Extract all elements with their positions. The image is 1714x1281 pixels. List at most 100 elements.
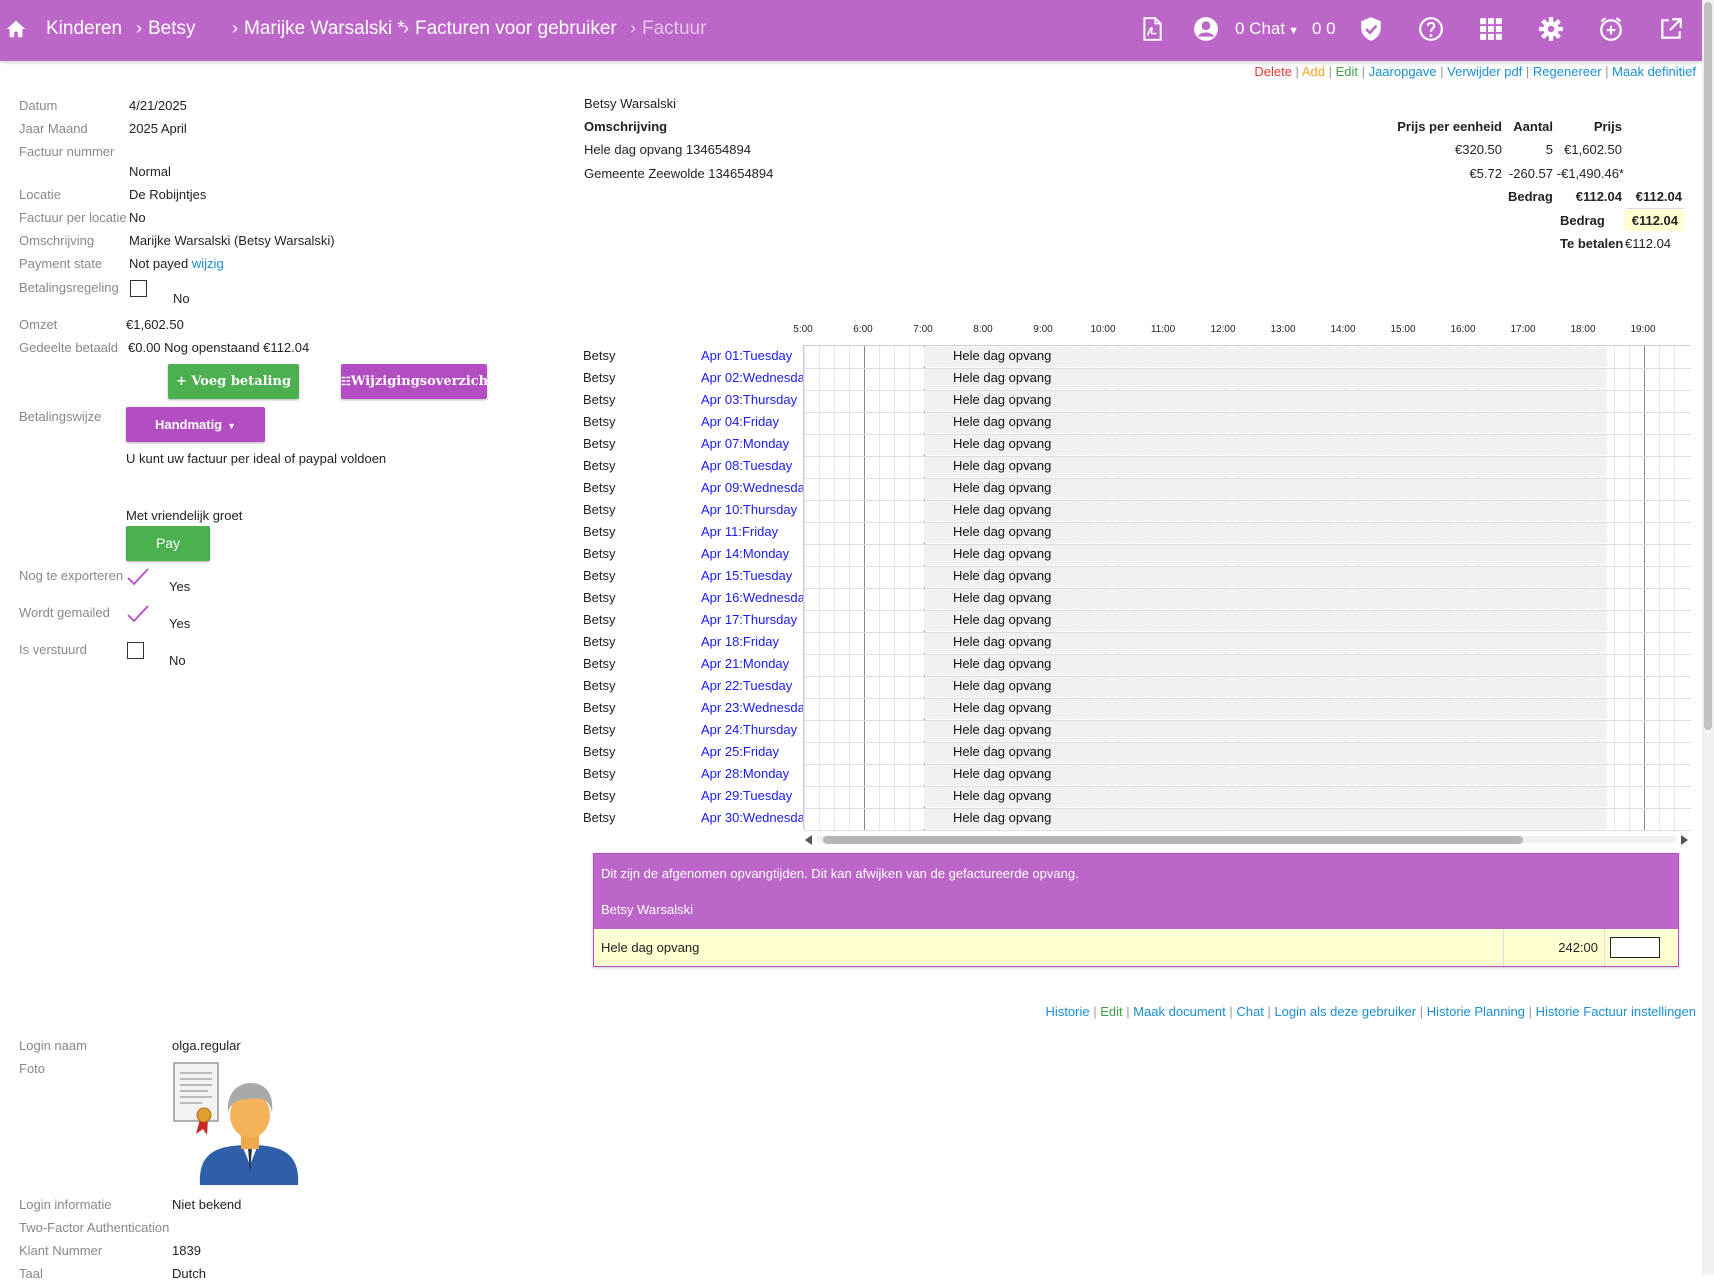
schedule-row-date[interactable]: Apr 03:Thursday	[701, 392, 803, 407]
user-circle-icon[interactable]	[1193, 16, 1219, 42]
breadcrumb-label: Facturen voor gebruiker	[415, 18, 617, 39]
hour-tick-label: 12:00	[1210, 324, 1236, 335]
schedule-row-date[interactable]: Apr 14:Monday	[701, 546, 803, 561]
verstuurd-checkbox[interactable]	[127, 642, 144, 659]
schedule-row-date[interactable]: Apr 22:Tuesday	[701, 678, 803, 693]
chat-label: 0 Chat	[1235, 19, 1286, 38]
schedule-row-date[interactable]: Apr 28:Monday	[701, 766, 803, 781]
pdf-icon[interactable]	[1139, 16, 1165, 42]
schedule-row-date[interactable]: Apr 09:Wednesday	[701, 480, 803, 495]
schedule-row-date[interactable]: Apr 30:Wednesday	[701, 810, 803, 825]
horizontal-scrollbar[interactable]	[803, 833, 1690, 845]
schedule-row-date[interactable]: Apr 08:Tuesday	[701, 458, 803, 473]
schedule-row-date[interactable]: Apr 16:Wednesday	[701, 590, 803, 605]
login-als-gebruiker-link[interactable]: Login als deze gebruiker	[1274, 1004, 1416, 1019]
pay-button[interactable]: Pay	[126, 526, 210, 561]
maak-definitief-link[interactable]: Maak definitief	[1612, 64, 1696, 79]
breadcrumb-parent[interactable]: › Marijke Warsalski *	[232, 18, 405, 40]
schedule-row-date[interactable]: Apr 18:Friday	[701, 634, 803, 649]
schedule-row-name: Betsy	[583, 634, 616, 649]
schedule-row-date[interactable]: Apr 10:Thursday	[701, 502, 803, 517]
list-icon: ☷	[341, 375, 351, 388]
betalingsregeling-checkbox[interactable]	[130, 280, 147, 297]
klant-nummer-label: Klant Nummer	[19, 1243, 103, 1258]
wijzigingsoverzicht-button[interactable]: ☷Wijzigingsoverzicht	[341, 364, 494, 399]
schedule-row-date[interactable]: Apr 02:Wednesday	[701, 370, 803, 385]
historie-planning-link[interactable]: Historie Planning	[1427, 1004, 1525, 1019]
breadcrumb-facturen[interactable]: › Facturen voor gebruiker	[403, 18, 617, 40]
schedule-row-label: Hele dag opvang	[953, 678, 1052, 693]
edit-user-link[interactable]: Edit	[1100, 1004, 1122, 1019]
summary-row-input[interactable]	[1610, 937, 1660, 958]
vertical-scrollbar[interactable]	[1702, 0, 1714, 1274]
schedule-row-date[interactable]: Apr 01:Tuesday	[701, 348, 803, 363]
schedule-row-date[interactable]: Apr 29:Tuesday	[701, 788, 803, 803]
export-label: Nog te exporteren	[19, 568, 124, 583]
schedule-row-date[interactable]: Apr 25:Friday	[701, 744, 803, 759]
scroll-left-icon[interactable]	[805, 835, 812, 845]
schedule-row-date[interactable]: Apr 17:Thursday	[701, 612, 803, 627]
summary-header: Dit zijn de afgenomen opvangtijden. Dit …	[594, 854, 1678, 929]
opvang-summary: Dit zijn de afgenomen opvangtijden. Dit …	[593, 853, 1679, 967]
edit-link[interactable]: Edit	[1336, 64, 1358, 79]
payment-message: U kunt uw factuur per ideal of paypal vo…	[126, 451, 387, 466]
hour-tick-label: 8:00	[973, 324, 993, 335]
schedule-row-name: Betsy	[583, 700, 616, 715]
col-aantal: Aantal	[1513, 119, 1553, 134]
betalingswijze-dropdown[interactable]: Handmatig ▼	[126, 407, 265, 442]
gear-icon[interactable]	[1538, 16, 1564, 42]
schedule-row-date[interactable]: Apr 07:Monday	[701, 436, 803, 451]
verwijder-pdf-link[interactable]: Verwijder pdf	[1447, 64, 1522, 79]
schedule-row-date[interactable]: Apr 15:Tuesday	[701, 568, 803, 583]
schedule-row-name: Betsy	[583, 524, 616, 539]
schedule-row-name: Betsy	[583, 458, 616, 473]
home-icon[interactable]	[5, 17, 27, 41]
checkmark-icon[interactable]	[126, 603, 150, 625]
schedule-row-date[interactable]: Apr 21:Monday	[701, 656, 803, 671]
chevron-right-icon: ›	[630, 18, 636, 38]
payment-state-text: Not payed	[129, 256, 189, 271]
add-link[interactable]: Add	[1302, 64, 1325, 79]
apps-grid-icon[interactable]	[1478, 16, 1504, 42]
historie-factuur-instellingen-link[interactable]: Historie Factuur instellingen	[1536, 1004, 1696, 1019]
omschrijving-label: Omschrijving	[19, 233, 95, 248]
hour-tick-label: 14:00	[1330, 324, 1356, 335]
schedule-row-name: Betsy	[583, 480, 616, 495]
greeting-message: Met vriendelijk groet	[126, 508, 243, 523]
invoice-line-price: -€1,490.46*	[1556, 166, 1624, 181]
maak-document-link[interactable]: Maak document	[1133, 1004, 1226, 1019]
schedule-row-label: Hele dag opvang	[953, 458, 1052, 473]
schedule-row-date[interactable]: Apr 04:Friday	[701, 414, 803, 429]
help-icon[interactable]	[1418, 16, 1444, 42]
jaaropgave-link[interactable]: Jaaropgave	[1369, 64, 1437, 79]
login-informatie-label: Login informatie	[19, 1197, 112, 1212]
chat-link[interactable]: Chat	[1236, 1004, 1263, 1019]
chevron-right-icon: ›	[232, 18, 238, 38]
wijzig-link[interactable]: wijzig	[192, 256, 224, 271]
schedule-row-name: Betsy	[583, 414, 616, 429]
scrollbar-thumb[interactable]	[823, 836, 1523, 844]
scrollbar-thumb[interactable]	[1704, 2, 1712, 730]
external-link-icon[interactable]	[1658, 16, 1684, 42]
historie-link[interactable]: Historie	[1046, 1004, 1090, 1019]
scroll-right-icon[interactable]	[1681, 835, 1688, 845]
notification-counters[interactable]: 0 0	[1312, 19, 1336, 39]
breadcrumb-betsy[interactable]: › Betsy	[136, 18, 196, 40]
schedule-row-date[interactable]: Apr 24:Thursday	[701, 722, 803, 737]
schedule-row-label: Hele dag opvang	[953, 370, 1052, 385]
chevron-right-icon: ›	[136, 18, 142, 38]
delete-link[interactable]: Delete	[1254, 64, 1292, 79]
breadcrumb-kinderen[interactable]: Kinderen	[46, 18, 122, 40]
regenereer-link[interactable]: Regenereer	[1533, 64, 1602, 79]
schedule-row-label: Hele dag opvang	[953, 590, 1052, 605]
col-omschrijving: Omschrijving	[584, 119, 668, 134]
shield-check-icon[interactable]	[1358, 16, 1384, 42]
schedule-row-date[interactable]: Apr 11:Friday	[701, 524, 803, 539]
schedule-row-date[interactable]: Apr 23:Wednesday	[701, 700, 803, 715]
alarm-add-icon[interactable]	[1598, 16, 1624, 42]
schedule-row-label: Hele dag opvang	[953, 414, 1052, 429]
voeg-betaling-toe-button[interactable]: + Voeg betaling toe	[168, 364, 299, 424]
checkmark-icon[interactable]	[126, 566, 150, 588]
divider	[1626, 208, 1684, 209]
chat-dropdown[interactable]: 0 Chat ▼	[1235, 19, 1299, 39]
